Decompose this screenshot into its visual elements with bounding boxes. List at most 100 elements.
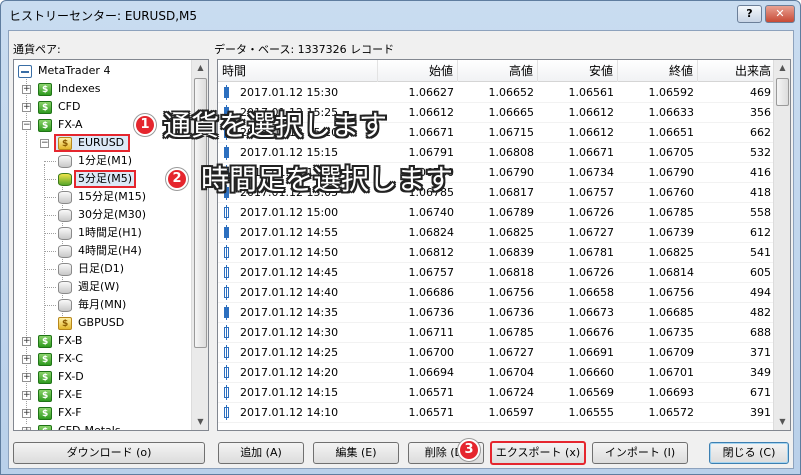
tree-item-group[interactable]: + CFD-Metals (22, 422, 162, 430)
expand-icon[interactable]: + (22, 355, 31, 364)
tree-guide-line (44, 197, 56, 198)
table-scrollbar[interactable]: ▲ ▼ (773, 60, 790, 430)
timeframe-database-icon (58, 209, 72, 222)
table-row[interactable]: 2017.01.12 14:50 1.06812 1.06839 1.06781 1.0… (218, 243, 775, 263)
cell-volume: 494 (750, 286, 771, 299)
table-row[interactable]: 2017.01.12 14:15 1.06571 1.06724 1.06569 1.0… (218, 383, 775, 403)
cell-volume: 482 (750, 306, 771, 319)
close-button[interactable]: 閉じる (C) (709, 442, 789, 464)
symbol-group-icon (38, 99, 52, 117)
tree-item-timeframe[interactable]: 30分足(M30) (44, 206, 168, 224)
tree-guide-line (44, 233, 56, 234)
scroll-thumb[interactable] (776, 78, 789, 106)
download-button[interactable]: ダウンロード (o) (13, 442, 205, 464)
tree-item-group[interactable]: + FX-B (22, 332, 162, 351)
tree-item-group[interactable]: + FX-C (22, 350, 162, 369)
expand-icon[interactable]: + (22, 391, 31, 400)
symbol-group-icon (38, 387, 52, 405)
table-row[interactable]: 2017.01.12 14:40 1.06686 1.06756 1.06658 1.0… (218, 283, 775, 303)
scroll-up-icon[interactable]: ▲ (193, 60, 208, 76)
candle-icon (224, 285, 229, 300)
cell-low: 1.06691 (568, 346, 615, 359)
tree-item-group[interactable]: + FX-F (22, 404, 162, 423)
scroll-up-icon[interactable]: ▲ (775, 60, 790, 76)
table-row[interactable]: 2017.01.12 15:15 1.06791 1.06808 1.06671 1.0… (218, 143, 775, 163)
scroll-down-icon[interactable]: ▼ (193, 414, 208, 430)
cell-high: 1.06736 (488, 306, 535, 319)
cell-close: 1.06705 (648, 146, 695, 159)
table-row[interactable]: 2017.01.12 14:30 1.06711 1.06785 1.06676 1.0… (218, 323, 775, 343)
cell-open: 1.06757 (408, 266, 455, 279)
tree-item-group[interactable]: + FX-E (22, 386, 162, 405)
candle-icon (224, 325, 229, 340)
tree-guide-line (44, 269, 56, 270)
table-row[interactable]: 2017.01.12 14:10 1.06571 1.06597 1.06555 1.0… (218, 403, 775, 423)
collapse-icon[interactable]: − (22, 121, 31, 130)
cell-low: 1.06658 (568, 286, 615, 299)
cell-low: 1.06676 (568, 326, 615, 339)
cell-open: 1.06671 (408, 126, 455, 139)
timeframe-database-icon (58, 281, 72, 294)
table-row[interactable]: 2017.01.12 14:20 1.06694 1.06704 1.06660 1.0… (218, 363, 775, 383)
cell-open: 1.06700 (408, 346, 455, 359)
expand-icon[interactable]: + (22, 409, 31, 418)
table-row[interactable]: 2017.01.12 14:25 1.06700 1.06727 1.06691 1.0… (218, 343, 775, 363)
column-header-close[interactable]: 終値 (618, 60, 698, 82)
table-row[interactable]: 2017.01.12 14:35 1.06736 1.06736 1.06673 1.0… (218, 303, 775, 323)
expand-icon[interactable]: + (22, 427, 31, 430)
tree-item-timeframe[interactable]: 週足(W) (44, 278, 168, 296)
import-button[interactable]: インポート (I) (592, 442, 688, 464)
column-header-low[interactable]: 安値 (538, 60, 618, 82)
cell-volume: 662 (750, 126, 771, 139)
tree-item-label: 15分足(M15) (78, 190, 147, 203)
table-row[interactable]: 2017.01.12 15:00 1.06740 1.06789 1.06726 1.0… (218, 203, 775, 223)
tree-item-timeframe[interactable]: 毎月(MN) (44, 296, 168, 314)
add-button[interactable]: 追加 (A) (218, 442, 304, 464)
tree-item-label: 1分足(M1) (78, 154, 133, 167)
tree-guide-line (44, 215, 56, 216)
timeframe-database-icon (58, 245, 72, 258)
cell-high: 1.06789 (488, 206, 535, 219)
cell-time: 2017.01.12 14:20 (240, 366, 339, 379)
tree-item-gbpusd[interactable]: GBPUSD (58, 314, 178, 333)
cell-low: 1.06612 (568, 126, 615, 139)
column-header-volume[interactable]: 出来高 (698, 60, 775, 82)
scroll-down-icon[interactable]: ▼ (775, 414, 790, 430)
tree-item-timeframe[interactable]: 1分足(M1) (44, 152, 168, 170)
cell-close: 1.06739 (648, 226, 695, 239)
tree-item-group[interactable]: + FX-D (22, 368, 162, 387)
symbol-group-icon (38, 333, 52, 351)
tree-item-timeframe[interactable]: 4時間足(H4) (44, 242, 168, 260)
cell-time: 2017.01.12 14:30 (240, 326, 339, 339)
tree-item-indexes[interactable]: + Indexes (22, 80, 142, 99)
tree-item-timeframe[interactable]: 5分足(M5) (44, 170, 168, 188)
window-close-button[interactable]: ✕ (765, 5, 795, 23)
expand-icon[interactable]: + (22, 85, 31, 94)
tree-item-label-selected: 5分足(M5) (74, 170, 137, 188)
edit-button[interactable]: 編集 (E) (313, 442, 399, 464)
table-row[interactable]: 2017.01.12 15:30 1.06627 1.06652 1.06561 1.0… (218, 83, 775, 103)
cell-high: 1.06817 (488, 186, 535, 199)
tree-item-eurusd[interactable]: − EURUSD (40, 134, 160, 153)
tree-item-cfd[interactable]: + CFD (22, 98, 142, 117)
collapse-icon[interactable]: − (40, 139, 49, 148)
tree-item-fx-a[interactable]: − FX-A (22, 116, 142, 135)
help-button[interactable]: ? (737, 5, 762, 23)
cell-open: 1.06612 (408, 106, 455, 119)
column-header-high[interactable]: 高値 (458, 60, 538, 82)
tree-item-timeframe[interactable]: 1時間足(H1) (44, 224, 168, 242)
step-2-callout: 時間足を選択します (201, 163, 454, 196)
table-row[interactable]: 2017.01.12 14:55 1.06824 1.06825 1.06727 1.0… (218, 223, 775, 243)
tree-item-label: 4時間足(H4) (78, 244, 142, 257)
expand-icon[interactable]: + (22, 337, 31, 346)
tree-item-timeframe[interactable]: 15分足(M15) (44, 188, 168, 206)
expand-icon[interactable]: + (22, 373, 31, 382)
table-row[interactable]: 2017.01.12 14:45 1.06757 1.06818 1.06726 1.0… (218, 263, 775, 283)
currency-symbol-icon (58, 315, 72, 333)
export-button[interactable]: エクスポート (x) (490, 441, 586, 465)
expand-icon[interactable]: + (22, 103, 31, 112)
column-header-open[interactable]: 始値 (378, 60, 458, 82)
cell-high: 1.06839 (488, 246, 535, 259)
column-header-time[interactable]: 時間 (218, 60, 378, 82)
tree-item-timeframe[interactable]: 日足(D1) (44, 260, 168, 278)
